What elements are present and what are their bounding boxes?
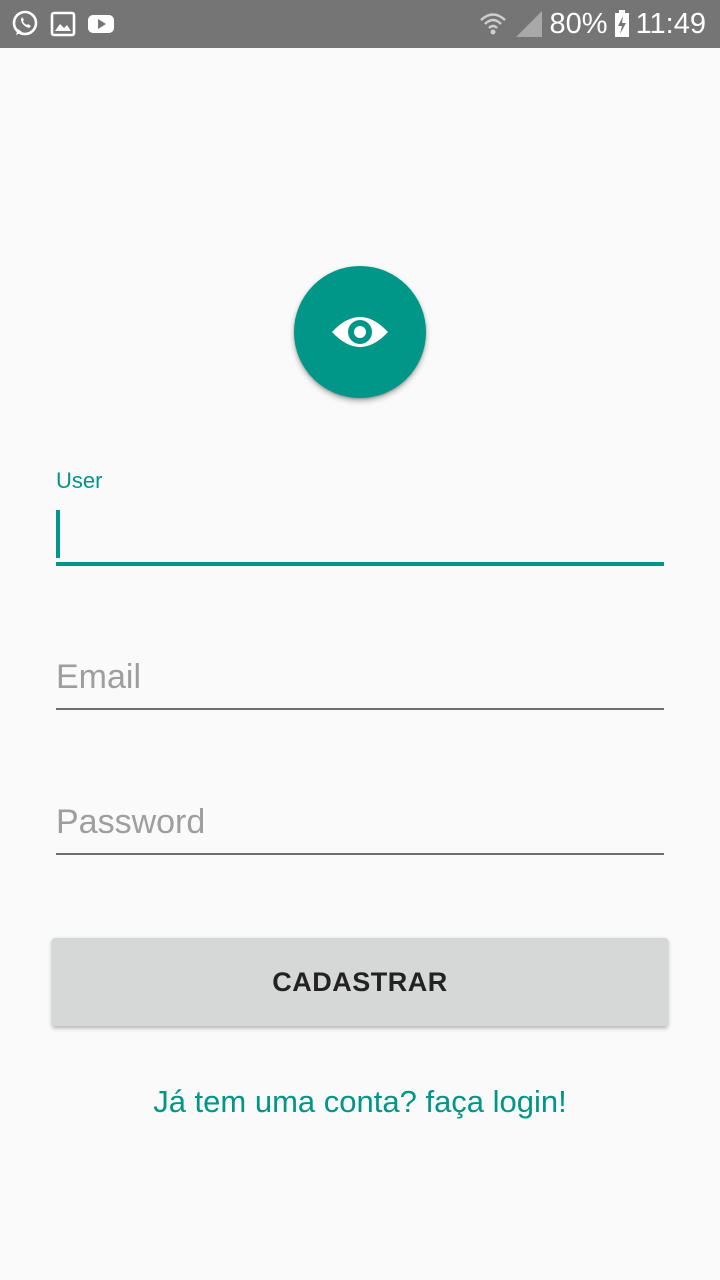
app-logo [294,266,426,398]
whatsapp-icon [12,10,38,36]
register-button[interactable]: CADASTRAR [52,938,668,1026]
text-cursor [56,510,60,558]
email-field[interactable]: Email [56,640,664,710]
user-field-underline [56,562,664,566]
battery-percentage: 80% [549,8,608,40]
login-link[interactable]: Já tem uma conta? faça login! [0,1084,720,1120]
password-placeholder: Password [56,803,206,841]
status-bar: 80% 11:49 [0,0,720,48]
wifi-icon [479,13,506,35]
password-field-underline [56,853,664,855]
user-field-label: User [56,468,103,493]
password-field[interactable]: Password [56,785,664,855]
battery-charging-icon [614,10,629,37]
signal-icon [515,11,542,37]
status-time: 11:49 [635,8,706,40]
email-placeholder: Email [56,658,142,696]
user-field[interactable] [56,500,664,566]
email-field-underline [56,708,664,710]
gallery-icon [50,11,76,37]
youtube-icon [88,15,114,33]
eye-icon [332,317,388,347]
